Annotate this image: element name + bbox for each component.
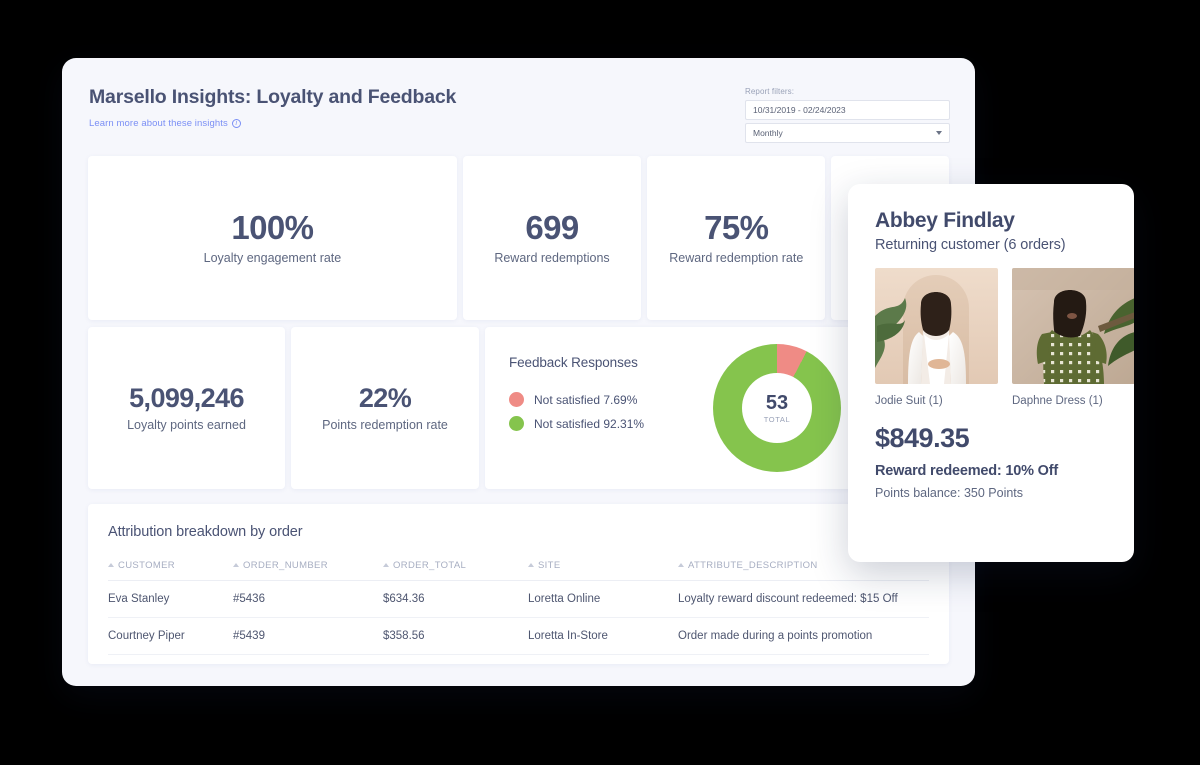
kpi-label: Reward redemption rate	[669, 250, 804, 265]
table-body: Eva Stanley #5436 $634.36 Loretta Online…	[108, 580, 929, 655]
woman-in-green-polka-dot-dress-photo	[1012, 268, 1134, 384]
cell-site: Loretta Online	[528, 580, 678, 618]
kpi-label: Points redemption rate	[322, 417, 448, 432]
kpi-card-reward-redemptions: 699 Reward redemptions	[462, 156, 642, 320]
donut-total-label: TOTAL	[763, 414, 791, 424]
cell-customer[interactable]: Eva Stanley	[108, 580, 233, 618]
customer-name: Abbey Findlay	[875, 209, 1015, 232]
date-range-value: 10/31/2019 - 02/24/2023	[753, 105, 846, 115]
chevron-down-icon	[936, 131, 942, 135]
customer-detail-card: Abbey Findlay Returning customer (6 orde…	[848, 184, 1134, 562]
kpi-value: 699	[525, 209, 579, 247]
column-header-customer[interactable]: CUSTOMER	[108, 559, 233, 581]
kpi-card-loyalty-points-earned: 5,099,246 Loyalty points earned	[88, 327, 285, 489]
kpi-value: 100%	[231, 209, 314, 247]
report-filters-label: Report filters:	[745, 87, 795, 96]
kpi-label: Loyalty points earned	[127, 417, 246, 432]
cell-site: Loretta In-Store	[528, 617, 678, 655]
attribution-table: CUSTOMER ORDER_NUMBER ORDER_TOTAL SITE A	[108, 559, 929, 655]
cell-order-total: $358.56	[383, 617, 528, 655]
kpi-card-loyalty-engagement-rate: 100% Loyalty engagement rate	[88, 156, 457, 320]
column-header-label: CUSTOMER	[118, 559, 175, 571]
attribution-table-card: Attribution breakdown by order CUSTOMER …	[88, 504, 949, 664]
kpi-row-secondary: 5,099,246 Loyalty points earned 22% Poin…	[88, 327, 949, 489]
kpi-label: Loyalty engagement rate	[203, 250, 342, 265]
customer-reward-redeemed: Reward redeemed: 10% Off	[875, 463, 1058, 479]
screenshot-stage: Marsello Insights: Loyalty and Feedback …	[0, 0, 1200, 765]
table-title: Attribution breakdown by order	[108, 524, 303, 540]
cell-order-total: $634.36	[383, 580, 528, 618]
kpi-card-points-redemption-rate: 22% Points redemption rate	[291, 327, 479, 489]
learn-more-label: Learn more about these insights	[89, 118, 228, 129]
product-name: Jodie Suit (1)	[875, 395, 943, 407]
purchased-products: Jodie Suit (1) Daphne Dress (1)	[875, 268, 1134, 407]
column-header-label: ATTRIBUTE_DESCRIPTION	[688, 559, 818, 571]
woman-in-white-suit-photo	[875, 268, 998, 384]
sort-caret-up-icon	[233, 563, 239, 567]
feedback-responses-card: Feedback Responses Not satisfied 7.69% N…	[485, 327, 865, 489]
kpi-label: Reward redemptions	[494, 250, 610, 265]
interval-select[interactable]: Monthly	[745, 123, 950, 143]
kpi-row-primary: 100% Loyalty engagement rate 699 Reward …	[88, 156, 949, 320]
report-filters: Report filters: 10/31/2019 - 02/24/2023 …	[745, 87, 950, 143]
table-head: CUSTOMER ORDER_NUMBER ORDER_TOTAL SITE A	[108, 559, 929, 581]
cell-customer[interactable]: Courtney Piper	[108, 617, 233, 655]
product-item[interactable]: Jodie Suit (1)	[875, 268, 998, 407]
column-header-label: ORDER_TOTAL	[393, 559, 467, 571]
column-header-label: ORDER_NUMBER	[243, 559, 328, 571]
sort-caret-up-icon	[383, 563, 389, 567]
customer-total-spend: $849.35	[875, 423, 970, 453]
kpi-value: 5,099,246	[129, 383, 244, 414]
legend-label: Not satisfied 7.69%	[534, 392, 638, 407]
sort-caret-up-icon	[678, 563, 684, 567]
donut-center: 53 TOTAL	[742, 373, 812, 443]
date-range-input[interactable]: 10/31/2019 - 02/24/2023	[745, 100, 950, 120]
interval-value: Monthly	[753, 128, 783, 138]
product-name: Daphne Dress (1)	[1012, 395, 1103, 407]
column-header-site[interactable]: SITE	[528, 559, 678, 581]
cell-order-number[interactable]: #5436	[233, 580, 383, 618]
column-header-order-total[interactable]: ORDER_TOTAL	[383, 559, 528, 581]
donut-total-value: 53	[765, 391, 789, 414]
kpi-value: 75%	[704, 209, 769, 247]
dashboard-header: Marsello Insights: Loyalty and Feedback …	[62, 58, 975, 156]
column-header-label: SITE	[538, 559, 561, 571]
customer-points-balance: Points balance: 350 Points	[875, 486, 1024, 500]
cell-attribute-description: Loyalty reward discount redeemed: $15 Of…	[678, 580, 929, 618]
info-circle-icon	[231, 118, 241, 129]
kpi-value: 22%	[358, 383, 412, 414]
insights-dashboard-panel: Marsello Insights: Loyalty and Feedback …	[62, 58, 975, 686]
cell-order-number[interactable]: #5439	[233, 617, 383, 655]
feedback-donut-chart: 53 TOTAL	[713, 344, 841, 472]
sort-caret-up-icon	[528, 563, 534, 567]
kpi-area: 100% Loyalty engagement rate 699 Reward …	[62, 156, 975, 489]
cell-attribute-description: Order made during a points promotion	[678, 617, 929, 655]
legend-label: Not satisfied 92.31%	[534, 416, 645, 431]
product-item[interactable]: Daphne Dress (1)	[1012, 268, 1134, 407]
learn-more-link[interactable]: Learn more about these insights	[89, 118, 241, 129]
column-header-order-number[interactable]: ORDER_NUMBER	[233, 559, 383, 581]
sort-caret-up-icon	[108, 563, 114, 567]
table-row: Courtney Piper #5439 $358.56 Loretta In-…	[108, 617, 929, 655]
kpi-card-reward-redemption-rate: 75% Reward redemption rate	[647, 156, 826, 320]
table-row: Eva Stanley #5436 $634.36 Loretta Online…	[108, 580, 929, 618]
legend-dot-green	[509, 416, 524, 431]
customer-subtitle: Returning customer (6 orders)	[875, 237, 1066, 253]
table-header-row: CUSTOMER ORDER_NUMBER ORDER_TOTAL SITE A	[108, 559, 929, 581]
legend-dot-red	[509, 392, 524, 407]
column-header-attribute-description[interactable]: ATTRIBUTE_DESCRIPTION	[678, 559, 929, 581]
